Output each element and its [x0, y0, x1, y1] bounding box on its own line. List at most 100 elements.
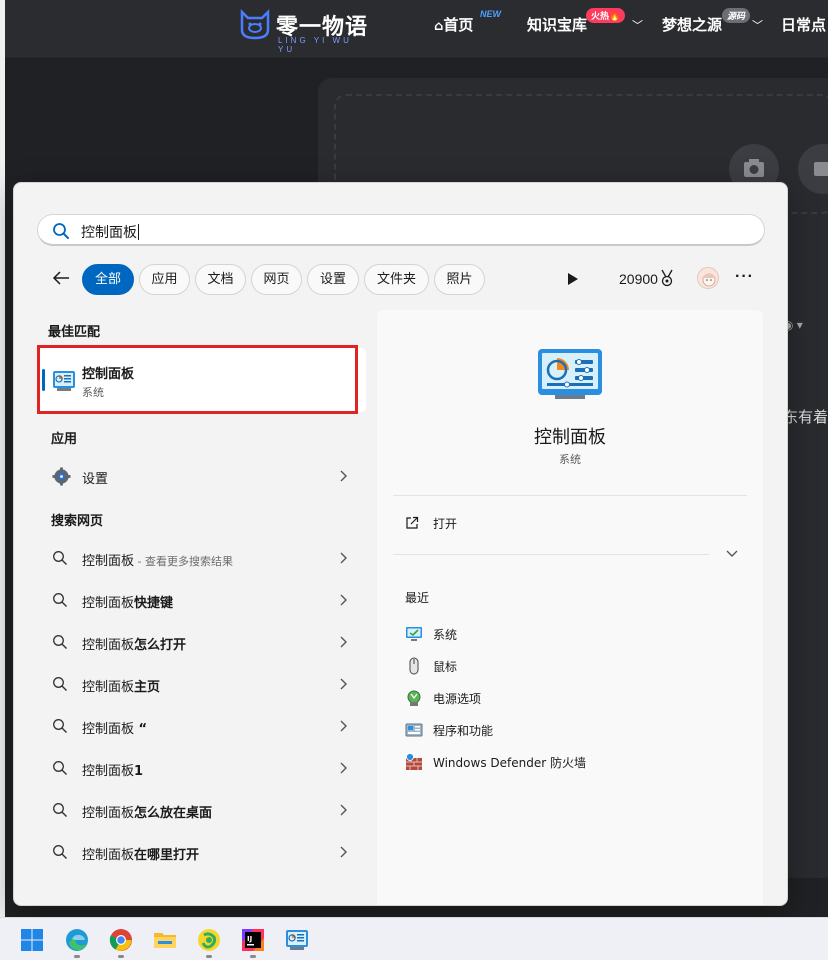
chevron-right-icon — [340, 470, 347, 482]
nav-home-label: 首页 — [443, 16, 474, 34]
web-result-3[interactable]: 控制面板主页 — [38, 665, 366, 703]
chevron-right-icon — [340, 804, 347, 816]
svg-text:IJ: IJ — [247, 935, 252, 943]
nav-home[interactable]: ⌂首页 — [434, 14, 473, 35]
chevron-right-icon — [340, 594, 347, 606]
recent-item-programs[interactable]: 程序和功能 — [393, 716, 747, 744]
running-indicator — [250, 955, 256, 958]
open-action[interactable]: 打开 — [393, 508, 747, 540]
nav-dream[interactable]: 梦想之源 — [662, 14, 722, 35]
qq-music-icon[interactable] — [197, 928, 221, 952]
web-result-query: 控制面板 — [82, 680, 135, 695]
recent-item-system[interactable]: 系统 — [393, 620, 747, 648]
recent-heading: 最近 — [405, 591, 430, 605]
chevron-right-icon — [340, 762, 347, 774]
file-explorer-icon[interactable] — [153, 928, 177, 952]
web-result-0[interactable]: 控制面板 - 查看更多搜索结果 — [38, 539, 366, 577]
recent-label: 程序和功能 — [433, 724, 494, 738]
filter-settings[interactable]: 设置 — [307, 264, 359, 295]
nav-daily[interactable]: 日常点 — [781, 14, 826, 35]
control-panel-large-icon — [538, 349, 602, 399]
nav-knowledge-chevron-icon[interactable]: ﹀ — [632, 17, 643, 33]
media-button[interactable] — [798, 144, 828, 194]
user-avatar[interactable] — [697, 267, 719, 289]
taskbar: IJ — [0, 917, 828, 960]
nav-dream-chevron-icon[interactable]: ﹀ — [752, 17, 763, 33]
web-result-6[interactable]: 控制面板怎么放在桌面 — [38, 791, 366, 829]
chevron-right-icon — [340, 720, 347, 732]
web-result-7[interactable]: 控制面板在哪里打开 — [38, 833, 366, 871]
intellij-idea-icon[interactable]: IJ — [241, 928, 265, 952]
filter-documents[interactable]: 文档 — [195, 264, 246, 295]
web-result-4[interactable]: 控制面板 “ — [38, 707, 366, 745]
recent-item-mouse[interactable]: 鼠标 — [393, 652, 747, 680]
control-panel-taskbar-icon[interactable] — [285, 928, 309, 952]
open-external-icon — [406, 516, 419, 529]
filter-apps[interactable]: 应用 — [139, 264, 190, 295]
web-result-suggestion: 1 — [134, 764, 144, 779]
search-icon — [53, 803, 67, 817]
video-icon — [814, 162, 828, 176]
nav-new-badge: NEW — [480, 9, 501, 19]
web-result-query: 控制面板 — [82, 596, 135, 611]
nav-knowledge[interactable]: 知识宝库 — [527, 14, 587, 35]
chevron-right-icon — [340, 552, 347, 564]
filter-all[interactable]: 全部 — [82, 264, 134, 295]
nav-hot-badge: 火热🔥 — [586, 8, 626, 23]
back-arrow-icon[interactable] — [50, 267, 72, 289]
site-logo[interactable]: 零一物语 LING YI WU YU — [238, 6, 368, 54]
web-result-1[interactable]: 控制面板快捷键 — [38, 581, 366, 619]
web-result-query: 控制面板 — [82, 764, 135, 779]
search-icon — [53, 719, 67, 733]
recent-label: 鼠标 — [433, 660, 458, 674]
system-monitor-icon — [406, 627, 422, 641]
best-match-heading: 最佳匹配 — [48, 325, 101, 340]
recent-label: 系统 — [433, 628, 458, 642]
web-result-suggestion: 主页 — [134, 680, 161, 695]
play-icon[interactable] — [567, 272, 579, 286]
edge-icon[interactable] — [65, 928, 89, 952]
rewards-medal-icon[interactable] — [660, 269, 674, 287]
chevron-right-icon — [340, 846, 347, 858]
web-result-label: 控制面板怎么放在桌面 — [82, 802, 212, 821]
search-icon — [53, 635, 67, 649]
text-caret — [138, 224, 139, 240]
web-result-suggestion: 快捷键 — [134, 596, 174, 611]
home-icon: ⌂ — [434, 19, 444, 34]
web-result-query: 控制面板 — [82, 638, 135, 653]
filter-photos[interactable]: 照片 — [434, 264, 485, 295]
recent-item-power[interactable]: 电源选项 — [393, 684, 747, 712]
web-result-label: 控制面板 “ — [82, 718, 147, 737]
web-result-suggestion: “ — [134, 722, 148, 737]
running-indicator — [206, 955, 212, 958]
web-result-query: 控制面板 — [82, 554, 135, 569]
web-result-query: 控制面板 — [82, 806, 135, 821]
chevron-down-icon[interactable] — [726, 550, 738, 558]
windows-start-icon[interactable] — [20, 928, 44, 952]
open-label: 打开 — [433, 517, 458, 531]
web-result-5[interactable]: 控制面板1 — [38, 749, 366, 787]
search-box[interactable]: 控制面板 — [37, 214, 765, 246]
running-indicator — [118, 955, 124, 958]
power-options-icon — [407, 690, 421, 706]
web-result-suggestion: 怎么放在桌面 — [134, 806, 213, 821]
app-settings-label: 设置 — [82, 472, 109, 487]
filter-web[interactable]: 网页 — [251, 264, 302, 295]
nav-daily-label: 日常点 — [781, 16, 827, 34]
web-result-label: 控制面板1 — [82, 760, 143, 779]
filter-folders[interactable]: 文件夹 — [364, 264, 429, 295]
detail-subtitle: 系统 — [559, 453, 581, 466]
nav-dream-label: 梦想之源 — [662, 16, 723, 34]
chrome-icon[interactable] — [109, 928, 133, 952]
detail-title: 控制面板 — [534, 427, 606, 448]
logo-subtitle: LING YI WU YU — [278, 36, 352, 54]
web-result-2[interactable]: 控制面板怎么打开 — [38, 623, 366, 661]
web-result-query: 控制面板 — [82, 722, 135, 737]
search-input[interactable]: 控制面板 — [81, 222, 139, 242]
recent-item-firewall[interactable]: Windows Defender 防火墙 — [393, 748, 747, 776]
more-options-button[interactable]: ··· — [735, 269, 755, 289]
search-icon — [53, 845, 67, 859]
web-result-label: 控制面板主页 — [82, 676, 160, 695]
app-item-settings[interactable]: 设置 — [38, 457, 366, 495]
web-result-label: 控制面板怎么打开 — [82, 634, 186, 653]
